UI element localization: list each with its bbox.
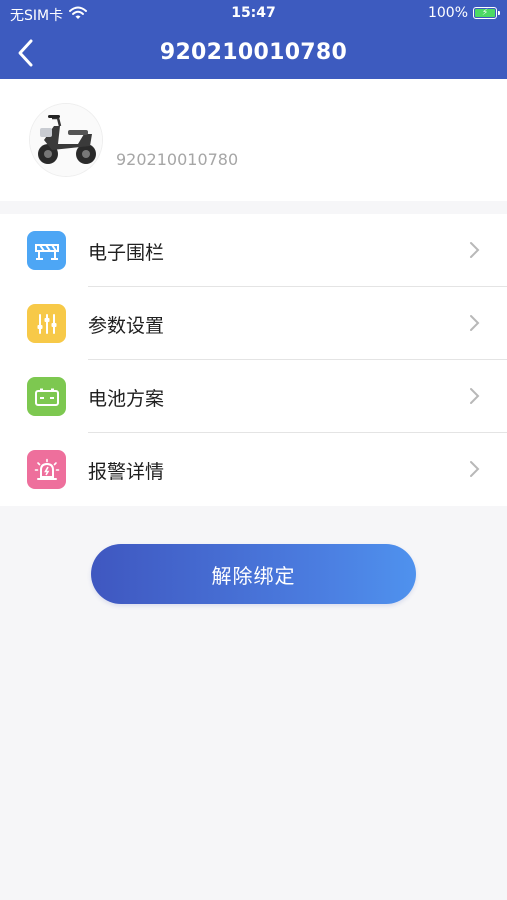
chevron-right-icon <box>470 315 480 331</box>
device-avatar <box>30 104 102 176</box>
sliders-icon <box>27 304 66 343</box>
scooter-image <box>30 104 102 176</box>
page-title: 920210010780 <box>159 40 348 65</box>
menu-item-battery-plan[interactable]: 电池方案 <box>0 360 507 433</box>
fence-icon <box>27 231 66 270</box>
menu-label: 电子围栏 <box>88 242 165 264</box>
menu-label: 参数设置 <box>88 315 165 337</box>
menu-item-electronic-fence[interactable]: 电子围栏 <box>0 214 507 287</box>
battery-icon: ⚡ <box>473 7 500 19</box>
unbind-button[interactable]: 解除绑定 <box>91 544 416 604</box>
top-bar: 无SIM卡 15:47 100% ⚡ 920210010780 <box>0 0 507 79</box>
battery-group: 100% ⚡ <box>427 5 500 21</box>
navigation-bar: 920210010780 <box>0 28 507 79</box>
chevron-right-icon <box>470 461 480 477</box>
menu-item-alarm-details[interactable]: 报警详情 <box>0 433 507 506</box>
battery-icon <box>27 377 66 416</box>
device-profile: 920210010780 <box>0 79 507 201</box>
alarm-icon <box>27 450 66 489</box>
menu-label: 报警详情 <box>88 461 165 483</box>
status-bar: 无SIM卡 15:47 100% ⚡ <box>0 0 507 28</box>
chevron-right-icon <box>470 242 480 258</box>
chevron-right-icon <box>470 388 480 404</box>
menu-list: 电子围栏 参数设置 电池方案 报警详情 <box>0 214 507 506</box>
menu-label: 电池方案 <box>88 388 165 410</box>
device-id-text: 920210010780 <box>116 150 239 169</box>
battery-percent: 100% <box>427 5 468 21</box>
menu-item-parameter-settings[interactable]: 参数设置 <box>0 287 507 360</box>
